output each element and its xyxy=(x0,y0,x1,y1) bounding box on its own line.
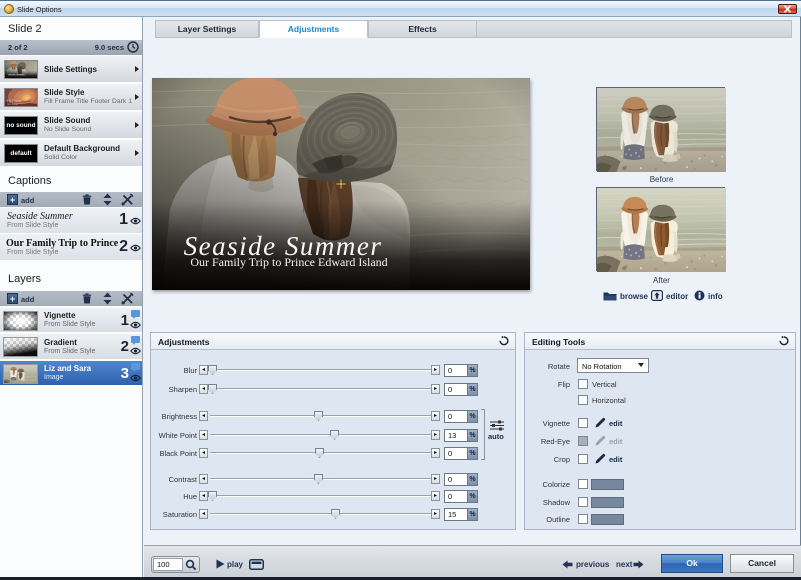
svg-text:title footer: title footer xyxy=(7,102,19,106)
